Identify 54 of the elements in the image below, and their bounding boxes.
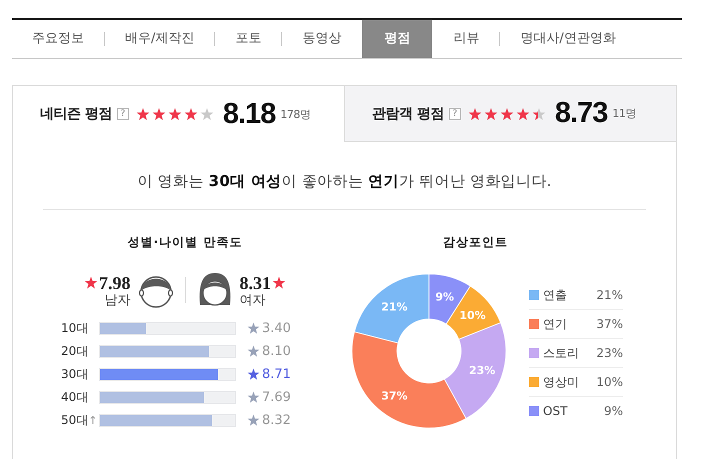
star-icon (247, 322, 260, 335)
nav-tab[interactable]: 평점 (362, 20, 432, 58)
rating-count: 178명 (280, 106, 310, 122)
star-icon (247, 345, 260, 358)
gender-label: 여자 (240, 294, 266, 308)
star-icon (84, 276, 98, 290)
age-label: 50대↑ (61, 412, 98, 429)
nav-tab[interactable]: 배우/제작진 (105, 20, 214, 58)
star-icon (247, 368, 260, 381)
gender-score: 8.31 (240, 272, 271, 294)
gender-score: 7.98 (99, 272, 130, 294)
legend-value: 37% (596, 317, 623, 331)
age-label: 40대 (61, 389, 90, 406)
nav-tab[interactable]: 주요정보 (12, 20, 104, 58)
age-score: 8.10 (262, 344, 291, 359)
help-icon[interactable]: ? (116, 108, 129, 120)
rating-score: 8.18 (222, 98, 276, 130)
legend-label: OST (543, 404, 568, 418)
age-label: 10대 (61, 320, 90, 337)
slice-label: 23% (469, 364, 496, 378)
rating-count: 11명 (612, 106, 636, 121)
star-icon (247, 391, 260, 404)
legend-value: 10% (596, 375, 623, 389)
nav-tab[interactable]: 동영상 (282, 20, 362, 58)
legend-value: 23% (596, 346, 623, 360)
nav-tab[interactable]: 포토 (215, 20, 282, 58)
summary-text: 이 영화는 30대 여성이 좋아하는 연기가 뛰어난 영화입니다. (136, 172, 553, 191)
legend-label: 영상미 (543, 374, 580, 390)
age-score: 3.40 (262, 321, 291, 336)
star-icon (272, 276, 286, 290)
star-icon (247, 414, 260, 427)
age-score: 8.32 (262, 413, 291, 428)
slice-label: 37% (381, 390, 408, 403)
legend-label: 연기 (543, 316, 568, 332)
section-title: 감상포인트 (442, 234, 509, 251)
rating-score: 8.73 (554, 97, 608, 130)
gender-label: 남자 (104, 294, 130, 308)
age-label: 20대 (61, 343, 90, 360)
legend-label: 연출 (543, 286, 568, 304)
slice-label: 9% (435, 290, 454, 304)
section-title: 성별·나이별 만족도 (126, 234, 244, 251)
nav-tab[interactable]: 명대사/연관영화 (500, 20, 636, 58)
help-icon[interactable]: ? (448, 108, 461, 120)
rating-label: 관람객 평점 (372, 104, 444, 122)
nav-tab[interactable]: 리뷰 (433, 20, 500, 58)
legend-label: 스토리 (543, 344, 580, 362)
age-score: 8.71 (262, 367, 291, 382)
slice-label: 21% (381, 300, 408, 314)
slice-label: 10% (459, 308, 486, 322)
legend-value: 21% (596, 288, 623, 302)
rating-label: 네티즌 평점 (40, 105, 112, 123)
age-label: 30대 (61, 366, 90, 383)
legend-value: 9% (604, 404, 623, 418)
age-score: 7.69 (262, 390, 291, 405)
